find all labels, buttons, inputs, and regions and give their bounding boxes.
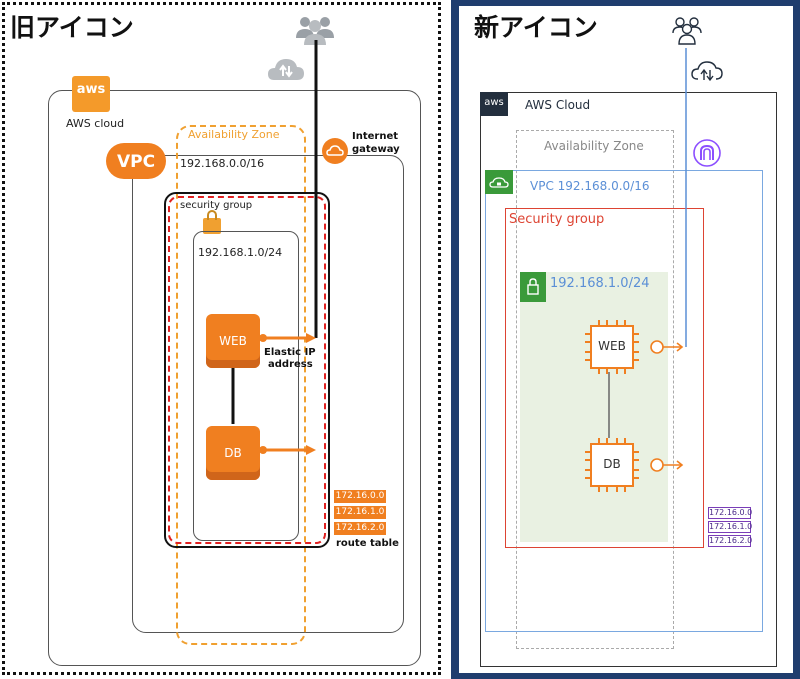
new-web-label: WEB [598,339,626,353]
new-db-label: DB [603,457,621,471]
old-db-instance-icon: DB [206,426,260,480]
old-route-entry: 172.16.1.0 [334,506,386,519]
new-db-instance-icon: DB [583,436,641,494]
new-route-entry: 172.16.1.0 [708,521,753,533]
old-web-instance-icon: WEB [206,314,260,368]
new-web-instance-icon: WEB [583,318,641,376]
old-route-entry: 172.16.0.0 [334,490,386,503]
old-web-label: WEB [219,334,247,348]
new-route-entry: 172.16.0.0 [708,507,753,519]
eip-label-line2: address [268,359,313,370]
new-route-entry: 172.16.2.0 [708,535,753,547]
route-table-label: route table [336,538,399,549]
old-db-label: DB [224,446,242,460]
old-route-entry: 172.16.2.0 [334,522,386,535]
eip-label-line1: Elastic IP [264,347,316,358]
